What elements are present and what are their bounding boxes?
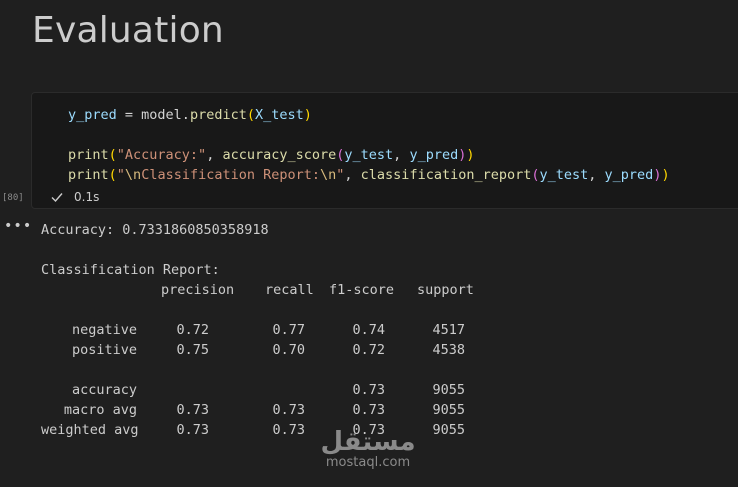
code-editor[interactable]: y_pred = model.predict(X_test) print("Acc…: [68, 105, 670, 185]
check-icon: [51, 193, 63, 203]
cell-recall: 0.70: [272, 342, 305, 358]
cell-precision: 0.75: [176, 342, 209, 358]
header-recall: recall: [265, 282, 314, 298]
report-summary-row: accuracy 0.73 9055: [41, 380, 465, 400]
watermark-site: mostaql.com: [325, 455, 411, 470]
header-f1-score: f1-score: [329, 282, 395, 298]
watermark: مستقل mostaql.com: [318, 428, 418, 470]
execution-duration: 0.1s: [74, 190, 100, 204]
cell-support: 9055: [432, 382, 465, 398]
execution-count: [80]: [2, 193, 24, 203]
accuracy-output: Accuracy: 0.7331860850358918: [41, 222, 269, 238]
report-class-row: positive 0.75 0.70 0.72 4538: [41, 340, 465, 360]
output-more-icon[interactable]: •••: [4, 218, 32, 234]
cell-f1: 0.74: [352, 322, 385, 338]
code-line: print("\nClassification Report:\n", clas…: [68, 167, 670, 183]
code-line: y_pred = model.predict(X_test): [68, 107, 312, 123]
cell-f1: 0.72: [352, 342, 385, 358]
watermark-logo: مستقل: [320, 427, 416, 457]
markdown-heading: Evaluation: [32, 10, 224, 51]
cell-status: 0.1s: [50, 190, 99, 204]
cell-recall: 0.73: [272, 422, 305, 438]
cell-f1: 0.73: [352, 382, 385, 398]
row-label: weighted avg: [41, 422, 139, 438]
row-label: positive: [71, 342, 137, 358]
report-summary-row: macro avg 0.73 0.73 0.73 9055: [41, 400, 465, 420]
cell-recall: 0.77: [272, 322, 305, 338]
cell-precision: 0.73: [176, 402, 209, 418]
row-label: negative: [71, 322, 137, 338]
header-support: support: [417, 282, 474, 298]
cell-support: 4517: [432, 322, 465, 338]
code-cell[interactable]: y_pred = model.predict(X_test) print("Acc…: [31, 92, 738, 209]
report-title: Classification Report:: [41, 262, 220, 278]
report-header-row: precision recall f1-score support: [41, 280, 474, 300]
row-label: accuracy: [71, 382, 137, 398]
cell-precision: 0.72: [176, 322, 209, 338]
cell-support: 9055: [432, 402, 465, 418]
code-line: print("Accuracy:", accuracy_score(y_test…: [68, 147, 475, 163]
cell-support: 4538: [432, 342, 465, 358]
row-label: macro avg: [63, 402, 137, 418]
report-class-row: negative 0.72 0.77 0.74 4517: [41, 320, 465, 340]
cell-recall: 0.73: [272, 402, 305, 418]
report-summary-row: weighted avg 0.73 0.73 0.73 9055: [41, 420, 465, 440]
cell-precision: 0.73: [176, 422, 209, 438]
cell-support: 9055: [432, 422, 465, 438]
cell-f1: 0.73: [352, 402, 385, 418]
cell-output: Accuracy: 0.7331860850358918 Classificat…: [41, 220, 474, 440]
header-precision: precision: [161, 282, 235, 298]
